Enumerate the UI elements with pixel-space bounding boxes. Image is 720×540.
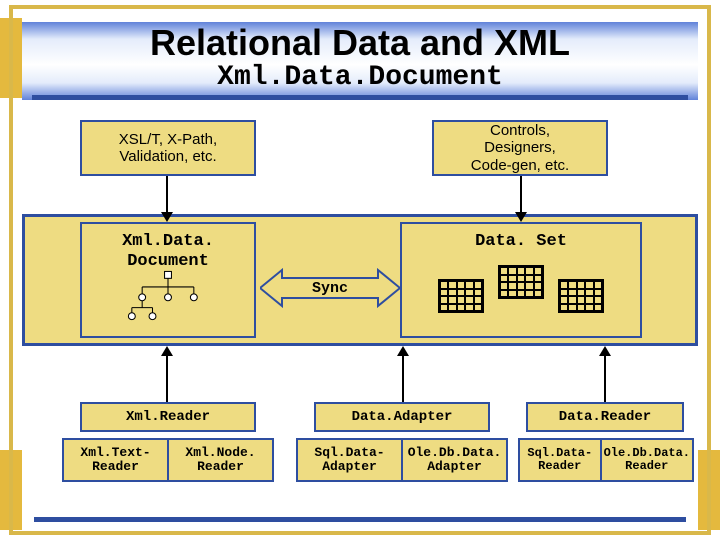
box-dataset: Data. Set: [400, 222, 642, 338]
label: Xml.Node. Reader: [185, 446, 255, 473]
box-xml-reader-label: Xml.Reader: [126, 409, 210, 425]
pair-data-readers: Sql.Data- Reader Ole.Db.Data. Reader: [518, 438, 694, 482]
accent-tab-right-bottom: [698, 450, 720, 530]
tree-icon: [82, 268, 254, 330]
pair-data-adapters: Sql.Data- Adapter Ole.Db.Data. Adapter: [296, 438, 508, 482]
box-xml-reader: Xml.Reader: [80, 402, 256, 432]
box-data-reader-label: Data.Reader: [559, 409, 651, 425]
box-controls: Controls, Designers, Code-gen, etc.: [432, 120, 608, 176]
box-oledb-data-adapter: Ole.Db.Data. Adapter: [401, 440, 506, 480]
arrow-xsl-to-xdd: [158, 176, 176, 222]
box-xdd-label: Xml.Data. Document: [82, 232, 254, 271]
box-xml-text-reader: Xml.Text- Reader: [64, 440, 167, 480]
box-sql-data-adapter: Sql.Data- Adapter: [298, 440, 401, 480]
box-dataset-label: Data. Set: [402, 232, 640, 252]
box-oledb-data-reader: Ole.Db.Data. Reader: [600, 440, 692, 480]
label: Sql.Data- Reader: [527, 447, 592, 472]
box-sql-data-reader: Sql.Data- Reader: [520, 440, 600, 480]
dataset-tables-icon: [402, 260, 640, 332]
label: Xml.Text- Reader: [80, 446, 150, 473]
box-xsl: XSL/T, X-Path, Validation, etc.: [80, 120, 256, 176]
box-xml-node-reader: Xml.Node. Reader: [167, 440, 272, 480]
arrow-dadapter-to-dataset: [394, 346, 412, 402]
sync-label: Sync: [260, 268, 400, 308]
bottom-underline: [34, 517, 686, 522]
pair-xml-readers: Xml.Text- Reader Xml.Node. Reader: [62, 438, 274, 482]
table-grid-icon: [438, 279, 484, 313]
accent-tab-left-top: [0, 18, 22, 98]
arrow-dreader-to-dataset: [596, 346, 614, 402]
box-controls-label: Controls, Designers, Code-gen, etc.: [471, 122, 569, 174]
sync-connector: Sync: [260, 268, 400, 308]
accent-tab-left-bottom: [0, 450, 22, 530]
slide-subtitle: Xml.Data.Document: [22, 62, 698, 93]
box-data-adapter: Data.Adapter: [314, 402, 490, 432]
label: Sql.Data- Adapter: [314, 446, 384, 473]
box-data-reader: Data.Reader: [526, 402, 684, 432]
diagram-canvas: XSL/T, X-Path, Validation, etc. Controls…: [22, 120, 698, 522]
table-grid-icon: [558, 279, 604, 313]
arrow-controls-to-dataset: [512, 176, 530, 222]
label: Ole.Db.Data. Adapter: [408, 446, 502, 473]
title-band: Relational Data and XML Xml.Data.Documen…: [22, 22, 698, 100]
box-data-adapter-label: Data.Adapter: [352, 409, 453, 425]
box-xsl-label: XSL/T, X-Path, Validation, etc.: [119, 131, 217, 166]
slide-title: Relational Data and XML: [22, 24, 698, 62]
box-xml-data-document: Xml.Data. Document: [80, 222, 256, 338]
table-grid-icon: [498, 265, 544, 299]
arrow-xread-to-xdd: [158, 346, 176, 402]
title-underline: [32, 95, 688, 100]
label: Ole.Db.Data. Reader: [604, 447, 690, 472]
